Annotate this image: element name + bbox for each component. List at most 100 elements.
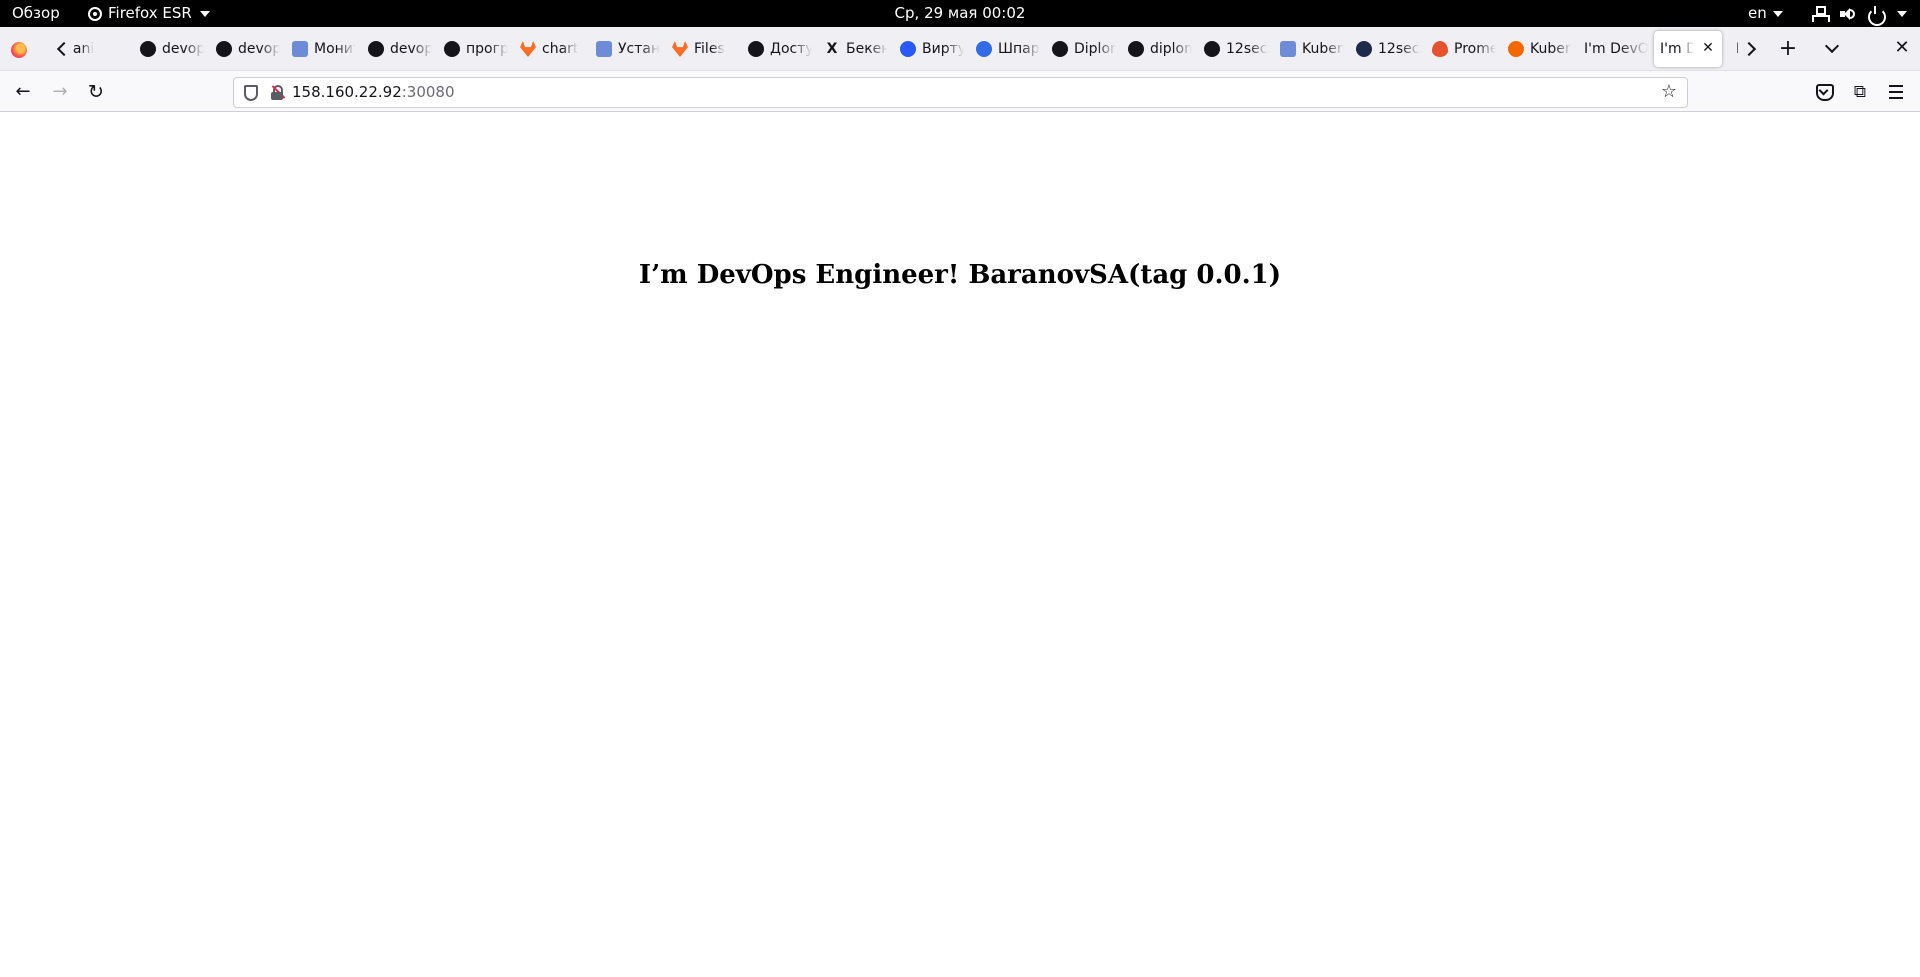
yandex-cloud-icon	[1280, 41, 1296, 57]
grafana-icon	[1508, 41, 1524, 57]
tab[interactable]: I'm	[1730, 31, 1738, 67]
reload-button[interactable]: ↻	[82, 79, 110, 107]
firefox-view-icon[interactable]	[11, 42, 27, 58]
tab[interactable]: nani	[73, 31, 128, 67]
volume-icon	[1839, 6, 1855, 22]
chevron-down-icon	[199, 10, 210, 17]
kubernetes-icon	[976, 41, 992, 57]
tab[interactable]: 12seconds	[1350, 31, 1420, 67]
network-icon	[1811, 5, 1830, 22]
tab[interactable]: devops	[134, 31, 204, 67]
github-icon	[1128, 41, 1144, 57]
tab-title: программа	[466, 41, 508, 57]
close-tab-icon[interactable]: ✕	[1700, 40, 1716, 56]
tab[interactable]: Шпаргалка	[970, 31, 1040, 67]
tab[interactable]: Доступ	[742, 31, 812, 67]
tab[interactable]: diploma	[1122, 31, 1192, 67]
tab-title: I'm DevOps	[1660, 41, 1694, 57]
tab[interactable]: Kubernetes	[1502, 31, 1572, 67]
tab-title: I'm DevOps	[1584, 41, 1648, 57]
extensions-icon[interactable]: ⧉	[1850, 82, 1870, 102]
insecure-connection-lock-icon[interactable]	[270, 85, 286, 101]
tab[interactable]: X Бекенд	[818, 31, 888, 67]
page-heading: I’m DevOps Engineer! BaranovSA(tag 0.0.1…	[638, 260, 1282, 290]
github-icon	[1204, 41, 1220, 57]
tab[interactable]: программа	[438, 31, 508, 67]
yandex-icon	[748, 41, 764, 57]
scroll-tabs-right-icon[interactable]	[1741, 39, 1761, 59]
page-content: I’m DevOps Engineer! BaranovSA(tag 0.0.1…	[0, 112, 1920, 977]
scroll-tabs-left-icon[interactable]	[51, 39, 71, 59]
tab-title: Виртуальные	[922, 41, 964, 57]
chevron-down-icon	[1897, 10, 1907, 17]
tab-strip: nani devops devops Мониторинг devops программ…	[0, 27, 1920, 71]
tab-active[interactable]: I'm DevOps ✕	[1654, 31, 1722, 67]
power-icon	[1867, 5, 1886, 26]
tab-list: nani devops devops Мониторинг devops программ…	[73, 27, 1738, 71]
tab-title: Prometheus	[1454, 41, 1496, 57]
tab[interactable]: Kubernetes	[1274, 31, 1344, 67]
tab[interactable]: Установка	[590, 31, 660, 67]
gitlab-icon	[520, 41, 536, 57]
bookmark-star-icon[interactable]: ☆	[1659, 82, 1679, 102]
tab-title: I'm	[1736, 41, 1738, 57]
hamburger-menu-icon[interactable]	[1886, 82, 1906, 102]
tab-title: Мониторинг	[314, 41, 356, 57]
yandex-cloud-icon	[292, 41, 308, 57]
github-icon	[368, 41, 384, 57]
tracking-protection-shield-icon[interactable]	[244, 85, 258, 101]
tab[interactable]: I'm DevOps	[1578, 31, 1648, 67]
tab[interactable]: chart	[514, 31, 584, 67]
tab-title: Шпаргалка	[998, 41, 1040, 57]
tab-title: devops	[162, 41, 204, 57]
chevron-down-icon	[1772, 10, 1783, 17]
tab-title: nani	[73, 41, 95, 57]
keyboard-layout-indicator[interactable]: en	[1748, 0, 1783, 27]
prometheus-icon	[1432, 41, 1448, 57]
tab[interactable]: devops	[362, 31, 432, 67]
clock-container: Ср, 29 мая 00:02	[0, 0, 1920, 27]
tab-title: chart	[542, 41, 579, 57]
tab-title: Бекенд	[846, 41, 888, 57]
tab[interactable]: 12seconds	[1198, 31, 1268, 67]
tab-title: diploma	[1150, 41, 1192, 57]
cloud-icon	[900, 41, 916, 57]
tab[interactable]: Prometheus	[1426, 31, 1496, 67]
keyboard-layout-label: en	[1748, 4, 1767, 22]
github-icon	[140, 41, 156, 57]
circleci-icon	[1356, 41, 1372, 57]
close-window-button[interactable]: ✕	[1892, 38, 1912, 58]
app-menu[interactable]: Firefox ESR	[88, 0, 210, 27]
yandex-cloud-icon	[596, 41, 612, 57]
list-all-tabs-icon[interactable]	[1822, 39, 1842, 59]
tab-title: Files	[694, 41, 725, 57]
tab-title: devops	[390, 41, 432, 57]
tab[interactable]: Виртуальные	[894, 31, 964, 67]
github-icon	[444, 41, 460, 57]
pocket-icon[interactable]	[1814, 82, 1834, 102]
url-text[interactable]: 158.160.22.92:30080	[292, 78, 455, 107]
activities-button[interactable]: Обзор	[12, 0, 60, 27]
tab-title: 12seconds	[1378, 41, 1420, 57]
system-menu[interactable]	[1811, 0, 1907, 27]
x-icon: X	[826, 41, 838, 57]
back-button[interactable]: ←	[9, 79, 37, 107]
url-port: :30080	[401, 83, 455, 101]
forward-button[interactable]: →	[46, 79, 74, 107]
gnome-top-bar: Обзор Firefox ESR Ср, 29 мая 00:02 en	[0, 0, 1920, 27]
tab[interactable]: Мониторинг	[286, 31, 356, 67]
github-icon	[216, 41, 232, 57]
tab-title: devops	[238, 41, 280, 57]
tab[interactable]: devops	[210, 31, 280, 67]
url-bar[interactable]: 158.160.22.92:30080 ☆	[233, 77, 1688, 108]
clock[interactable]: Ср, 29 мая 00:02	[895, 4, 1026, 22]
tab[interactable]: Files	[666, 31, 736, 67]
firefox-app-icon	[88, 6, 102, 21]
tab-title: Доступ	[770, 41, 812, 57]
tab-title: Kubernetes	[1302, 41, 1344, 57]
new-tab-button[interactable]: +	[1777, 38, 1799, 60]
tab[interactable]: Diploma	[1046, 31, 1116, 67]
app-menu-label: Firefox ESR	[108, 4, 192, 22]
tab-title: Установка	[618, 41, 660, 57]
url-host: 158.160.22.92	[292, 83, 402, 101]
